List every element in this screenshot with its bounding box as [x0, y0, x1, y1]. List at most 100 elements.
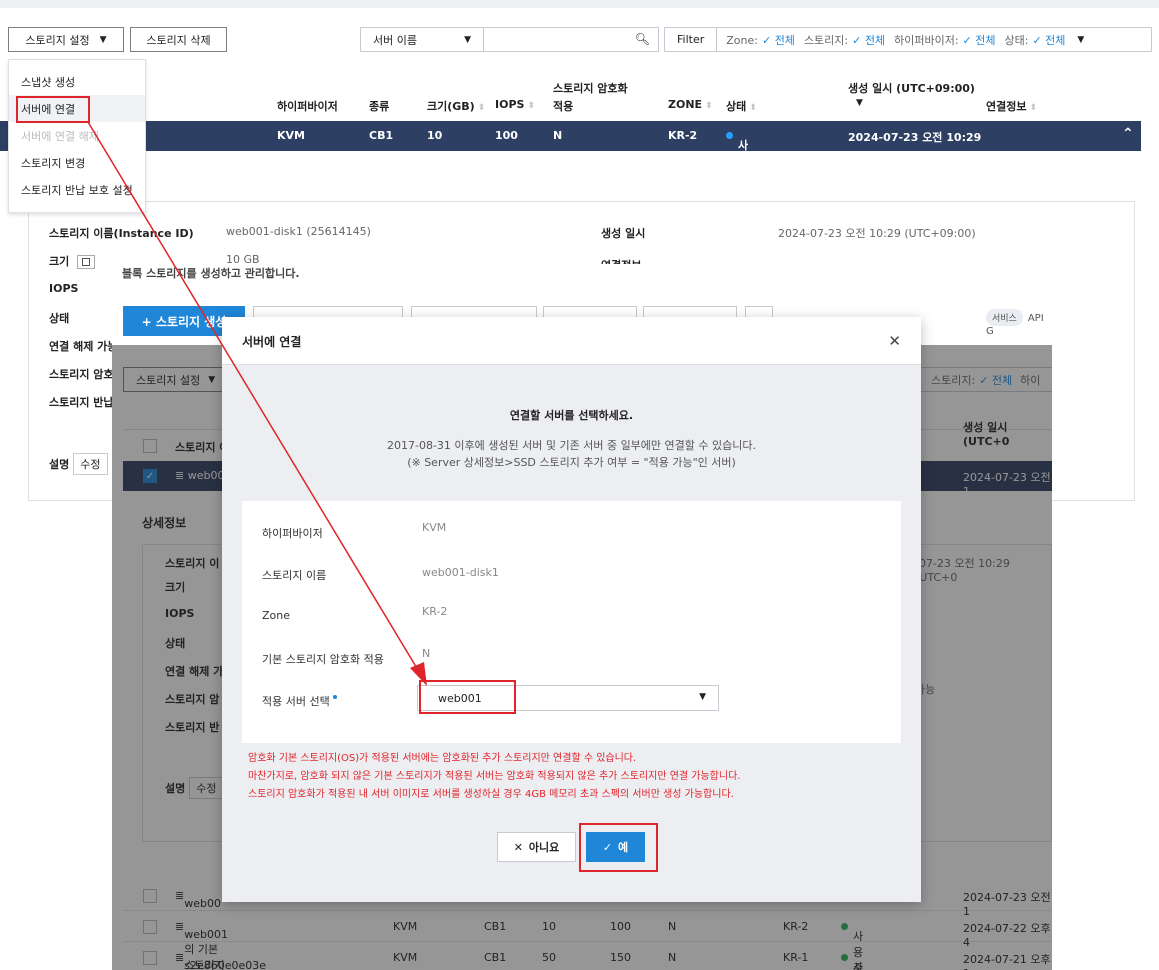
chevron-up-icon[interactable]: ⌃: [1122, 126, 1134, 142]
filter-chip-label: 스토리지:: [803, 33, 849, 47]
server-name-select[interactable]: 서버 이름 ▼: [360, 27, 484, 52]
header-type[interactable]: 종류: [369, 98, 389, 114]
cell-zone: KR-2: [668, 129, 698, 142]
detail-detach-label: 연결 해제 가능: [49, 340, 118, 353]
header-zone[interactable]: ZONE ⬍: [668, 98, 713, 111]
no-button[interactable]: ✕ 아니요: [497, 832, 576, 862]
detail-return-label: 스토리지 반납: [49, 396, 114, 409]
field-value-hypervisor: KVM: [422, 521, 447, 534]
header-iops[interactable]: IOPS ⬍: [495, 98, 535, 111]
header-size[interactable]: 크기(GB) ⬍: [427, 98, 485, 114]
table-header: 하이퍼바이저 종류 크기(GB) ⬍ IOPS ⬍ 스토리지 암호화 적용 ZONE…: [0, 60, 1159, 120]
field-label-server-select-text: 적용 서버 선택: [262, 695, 330, 708]
intro-heading: 연결할 서버를 선택하세요.: [509, 409, 634, 422]
highlight-server-select: [419, 680, 516, 714]
modal-title: 서버에 연결: [242, 335, 302, 349]
highlight-connect-menu: [16, 96, 90, 123]
filter-chip-value: 전체: [864, 33, 886, 47]
menu-item-change-storage[interactable]: 스토리지 변경: [9, 149, 145, 176]
delete-storage-label: 스토리지 삭제: [146, 33, 211, 47]
sort-icon[interactable]: ⬍: [1029, 103, 1037, 113]
highlight-yes-button: [579, 823, 658, 872]
cell-hypervisor: KVM: [277, 129, 305, 142]
header-hypervisor[interactable]: 하이퍼바이저: [277, 98, 338, 114]
menu-item-return-protection[interactable]: 스토리지 반납 보호 설정: [9, 176, 145, 203]
filter-chip-status[interactable]: 상태: ✓ 전체: [1005, 32, 1066, 48]
detail-size-label: 크기: [49, 253, 96, 269]
sort-icon[interactable]: ⬍: [527, 101, 535, 111]
detail-created-value: 2024-07-23 오전 10:29 (UTC+09:00): [778, 227, 976, 240]
cell-status: 사용 가능: [726, 129, 748, 200]
cell-iops: 100: [495, 129, 518, 142]
menu-item-create-snapshot[interactable]: 스냅샷 생성: [9, 68, 145, 95]
search-icon[interactable]: 🔍︎: [635, 32, 650, 46]
search-input[interactable]: 🔍︎: [484, 27, 659, 52]
storage-settings-label: 스토리지 설정: [25, 33, 90, 47]
copy-icon[interactable]: [77, 255, 96, 269]
caret-down-icon: ▼: [99, 34, 107, 45]
intro-line: 2017-08-31 이후에 생성된 서버 및 기존 서버 중 일부에만 연결할…: [386, 439, 756, 452]
detail-desc: 설명 수정: [49, 453, 108, 475]
cell-status-label: 사용 가능: [738, 139, 749, 200]
detail-name-value: web001-disk1 (25614145): [226, 225, 371, 238]
filter-chip-storage[interactable]: 스토리지: ✓ 전체: [804, 32, 885, 48]
connect-server-modal: 서버에 연결 ✕ 연결할 서버를 선택하세요. 2017-08-31 이후에 생…: [222, 317, 921, 902]
modal-header: 서버에 연결 ✕: [222, 317, 921, 365]
close-icon: ✕: [513, 840, 523, 854]
field-value-storage-name: web001-disk1: [422, 566, 499, 579]
warning-text: 암호화 기본 스토리지(OS)가 적용된 서버에는 암호화된 추가 스토리지만 …: [248, 750, 740, 804]
edit-button[interactable]: 수정: [73, 453, 108, 475]
filter-chip-label: Zone:: [726, 33, 758, 47]
sort-icon[interactable]: ⬍: [478, 103, 486, 113]
header-connection[interactable]: 연결정보 ⬍: [986, 98, 1037, 114]
modal-intro: 연결할 서버를 선택하세요. 2017-08-31 이후에 생성된 서버 및 기…: [222, 407, 921, 471]
field-value-zone: KR-2: [422, 605, 448, 618]
caret-down-icon[interactable]: ▼: [1077, 35, 1084, 45]
delete-storage-button[interactable]: 스토리지 삭제: [130, 27, 227, 52]
field-label-zone: Zone: [262, 609, 291, 622]
warning-line: 스토리지 암호화가 적용된 내 서버 이미지로 서버를 생성하실 경우 4GB …: [248, 789, 734, 800]
field-label-encryption: 기본 스토리지 암호화 적용: [262, 653, 384, 666]
modal-body: 연결할 서버를 선택하세요. 2017-08-31 이후에 생성된 서버 및 기…: [222, 365, 921, 902]
storage-settings-menu: 스냅샷 생성 서버에 연결 서버에 연결 해제 스토리지 변경 스토리지 반납 …: [8, 59, 146, 213]
filter-chip-label: 상태:: [1004, 33, 1029, 47]
field-value-encryption: N: [422, 647, 431, 660]
filter-bar[interactable]: Filter Zone: ✓ 전체 스토리지: ✓ 전체 하이퍼바이저: ✓ 전체 상…: [664, 27, 1152, 52]
form-panel: 하이퍼바이저 KVM 스토리지 이름 web001-disk1 Zone KR-…: [242, 501, 901, 743]
detail-status-label: 상태: [49, 312, 70, 325]
filter-chip-value: 전체: [975, 33, 996, 47]
header-encryption-line2[interactable]: 적용: [553, 98, 573, 114]
caret-down-icon: ▼: [464, 34, 471, 45]
header-created[interactable]: 생성 일시 (UTC+09:00): [848, 80, 975, 96]
top-strip: [0, 0, 1159, 8]
filter-chip-hypervisor[interactable]: 하이퍼바이저: ✓ 전체: [894, 32, 995, 48]
sort-icon[interactable]: ⬍: [705, 101, 713, 111]
filter-chip-zone[interactable]: Zone: ✓ 전체: [726, 32, 795, 48]
filter-label: Filter: [665, 28, 718, 51]
detail-name-label: 스토리지 이름(Instance ID): [49, 227, 194, 240]
storage-settings-button[interactable]: 스토리지 설정 ▼: [8, 27, 124, 52]
warning-line: 마찬가지로, 암호화 되지 않은 기본 스토리지가 적용된 서버는 암호화 적용…: [248, 771, 741, 782]
service-badge: 서비스 API G: [986, 309, 1052, 337]
header-status[interactable]: 상태 ⬍: [726, 98, 757, 114]
cell-encryption: N: [553, 129, 563, 142]
sort-desc-icon[interactable]: ▼: [856, 98, 863, 108]
filter-chip-value: 전체: [1045, 33, 1066, 47]
header-size-label: 크기(GB): [427, 100, 475, 113]
sort-icon[interactable]: ⬍: [749, 103, 757, 113]
field-label-server-select: 적용 서버 선택: [262, 693, 337, 709]
intro-note: 2017-08-31 이후에 생성된 서버 및 기존 서버 중 일부에만 연결할…: [222, 437, 921, 471]
header-encryption-line1[interactable]: 스토리지 암호화: [553, 80, 628, 96]
filter-chip-label: 하이퍼바이저:: [894, 33, 959, 47]
header-connection-label: 연결정보: [986, 100, 1027, 113]
header-iops-label: IOPS: [495, 98, 525, 111]
caret-down-icon: ▼: [699, 692, 706, 702]
table-row-selected[interactable]: KVM CB1 10 100 N KR-2 사용 가능 2024-07-23 오…: [0, 121, 1141, 200]
header-zone-label: ZONE: [668, 98, 703, 111]
field-label-hypervisor: 하이퍼바이저: [262, 527, 323, 540]
cell-type: CB1: [369, 129, 394, 142]
close-icon[interactable]: ✕: [888, 332, 901, 350]
detail-created-label: 생성 일시: [601, 227, 646, 240]
header-status-label: 상태: [726, 100, 747, 113]
detail-desc-label: 설명: [49, 458, 70, 471]
